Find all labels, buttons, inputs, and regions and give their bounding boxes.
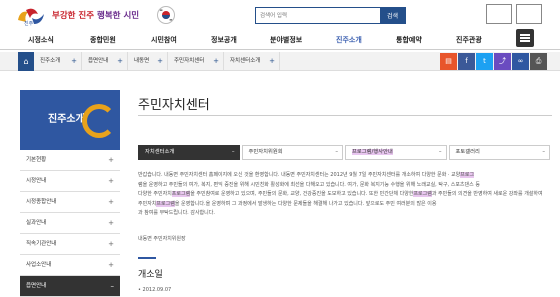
sidebar-header: 진주소개: [20, 90, 120, 150]
nav-item[interactable]: 시민참여: [151, 35, 177, 45]
facebook-share-icon[interactable]: f: [458, 53, 475, 70]
breadcrumb-item[interactable]: 읍면안내: [82, 52, 128, 71]
sidebar-item[interactable]: 시정안내: [20, 171, 120, 192]
nav-item[interactable]: 통합예약: [396, 35, 422, 45]
menu-button[interactable]: [516, 29, 534, 47]
search-input[interactable]: [256, 8, 380, 23]
home-icon[interactable]: ⌂: [18, 52, 34, 71]
share-icons: ▤ f t ⤴ ∞ ⎙: [439, 53, 547, 70]
content-tabs: 자치센터소개 주민자치위원회 프로그램/행사안내 포토갤러리: [138, 145, 552, 160]
signature: 내동면 주민자치위원장: [138, 236, 186, 242]
tab-center-intro[interactable]: 자치센터소개: [138, 145, 240, 160]
city-hall-icon[interactable]: [516, 4, 542, 24]
slogan-part2: 행복한 시민: [97, 11, 140, 21]
site-header: 진주 부강한 진주 행복한 시민 검색: [0, 0, 560, 30]
sidebar-title: 진주소개: [48, 114, 85, 125]
sidebar-item[interactable]: 직속기관안내: [20, 234, 120, 255]
print-icon[interactable]: ⎙: [530, 53, 547, 70]
sidebar-item[interactable]: 실과안내: [20, 213, 120, 234]
title-divider: [138, 115, 552, 116]
share-icon[interactable]: ⤴: [494, 53, 511, 70]
sidebar-item-active[interactable]: 읍면안내: [20, 276, 120, 297]
tab-programs[interactable]: 프로그램/행사안내: [345, 145, 447, 160]
breadcrumb-item[interactable]: 진주소개: [34, 52, 82, 71]
sidebar-item[interactable]: 기본현황: [20, 150, 120, 171]
subtitle-accent: [138, 257, 156, 259]
site-shortcut-icon[interactable]: [486, 4, 512, 24]
nav-item[interactable]: 분야별정보: [270, 35, 302, 45]
jinju-city-logo[interactable]: 진주: [14, 4, 48, 26]
search-box: 검색: [255, 7, 406, 24]
korean-flag-icon: [157, 6, 175, 24]
twitter-share-icon[interactable]: t: [476, 53, 493, 70]
breadcrumb: ⌂ 진주소개 읍면안내 내동면 주민자치센터 자치센터소개 ▤ f t ⤴ ∞ …: [0, 52, 560, 71]
top-icons: [486, 4, 542, 24]
sidebar: 진주소개 기본현황 시정안내 시정종합안내 실과안내 직속기관안내 사업소안내 …: [20, 90, 120, 297]
sidebar-item[interactable]: 시정종합안내: [20, 192, 120, 213]
subtitle-opening-date: 개소일: [138, 270, 163, 280]
slogan-part1: 부강한 진주: [52, 11, 95, 21]
svg-text:진주: 진주: [24, 20, 34, 26]
nav-item[interactable]: 시정소식: [28, 35, 54, 45]
tab-programs-label: 프로그램/행사안내: [352, 149, 393, 155]
main-nav: 시정소식 종합민원 시민참여 정보공개 분야별정보 진주소개 통합예약 진주관광: [0, 30, 560, 50]
nav-item-active[interactable]: 진주소개: [336, 35, 362, 45]
breadcrumb-item[interactable]: 주민자치센터: [168, 52, 224, 71]
nav-item[interactable]: 진주관광: [456, 35, 482, 45]
sidebar-item[interactable]: 사업소안내: [20, 255, 120, 276]
link-icon[interactable]: ∞: [512, 53, 529, 70]
opening-date: • 2012.09.07: [138, 287, 172, 293]
page-title: 주민자치센터: [138, 98, 210, 113]
breadcrumb-item[interactable]: 내동면: [128, 52, 168, 71]
tab-photo-gallery[interactable]: 포토갤러리: [448, 145, 550, 160]
tab-committee[interactable]: 주민자치위원회: [241, 145, 343, 160]
blog-share-icon[interactable]: ▤: [440, 53, 457, 70]
nav-item[interactable]: 종합민원: [90, 35, 116, 45]
nav-item[interactable]: 정보공개: [211, 35, 237, 45]
search-button[interactable]: 검색: [380, 8, 405, 23]
breadcrumb-item[interactable]: 자치센터소개: [224, 52, 280, 71]
intro-paragraph: 반갑습니다. 내동면 주민자치센터 홈페이지에 오신 것을 환영합니다. 내동면…: [138, 172, 543, 217]
slogan: 부강한 진주 행복한 시민: [52, 9, 139, 21]
sidebar-decoration: [82, 104, 116, 138]
